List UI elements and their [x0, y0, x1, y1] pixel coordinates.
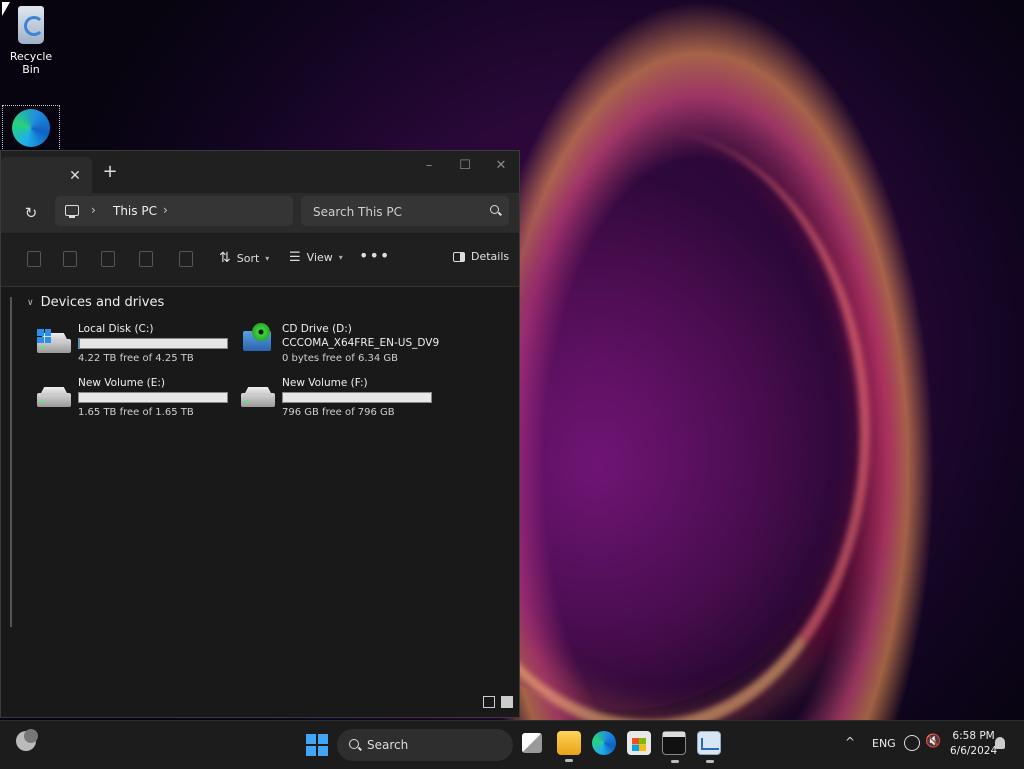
- computer-icon: [65, 205, 79, 218]
- rename-icon[interactable]: [139, 251, 153, 267]
- search-input[interactable]: [311, 202, 485, 222]
- section-header-devices[interactable]: ∨ Devices and drives: [27, 295, 164, 310]
- drive-name: New Volume (E:): [78, 377, 165, 389]
- terminal-icon[interactable]: [662, 731, 686, 763]
- address-bar[interactable]: › This PC ›: [55, 196, 293, 226]
- drive-free-space: 796 GB free of 796 GB: [282, 407, 395, 418]
- edge-icon[interactable]: [592, 731, 616, 755]
- view-button[interactable]: ☰ View ▾: [289, 250, 343, 265]
- hard-drive-icon: [241, 387, 275, 407]
- delete-icon[interactable]: [179, 251, 193, 267]
- drive-item-f[interactable]: New Volume (F:) 796 GB free of 796 GB: [241, 377, 441, 427]
- details-pane-icon: [453, 251, 465, 262]
- search-box[interactable]: [301, 196, 509, 226]
- section-title: Devices and drives: [40, 295, 165, 310]
- notifications-bell-icon[interactable]: [995, 737, 1005, 749]
- close-window-button[interactable]: ✕: [491, 157, 511, 175]
- details-view-icon[interactable]: [483, 696, 495, 708]
- mouse-cursor: [2, 2, 10, 16]
- clock[interactable]: 6:58 PM 6/6/2024: [950, 729, 997, 759]
- drive-name: CD Drive (D:): [282, 323, 352, 335]
- drive-usage-bar: [282, 392, 432, 403]
- drive-free-space: 0 bytes free of 6.34 GB: [282, 353, 399, 364]
- drive-volume-label: CCCOMA_X64FRE_EN-US_DV9: [282, 337, 440, 349]
- network-icon[interactable]: [904, 735, 920, 751]
- taskbar-search-label: Search: [367, 738, 409, 752]
- file-explorer-icon[interactable]: [557, 731, 581, 762]
- drive-name: Local Disk (C:): [78, 323, 154, 335]
- microsoft-store-icon[interactable]: [627, 731, 651, 755]
- minimize-button[interactable]: –: [419, 157, 439, 175]
- large-icons-view-icon[interactable]: [501, 696, 513, 708]
- windows-drive-icon: [37, 329, 71, 353]
- drive-free-space: 4.22 TB free of 4.25 TB: [78, 353, 194, 364]
- chevron-right-icon[interactable]: ›: [163, 203, 168, 217]
- drive-item-e[interactable]: New Volume (E:) 1.65 TB free of 1.65 TB: [37, 377, 237, 427]
- taskbar: Search ^ ENG 🔇 6:58 PM 6/6/2024: [0, 720, 1024, 769]
- clock-time: 6:58 PM: [952, 730, 995, 742]
- search-icon: [490, 205, 499, 214]
- splitter[interactable]: [10, 297, 12, 627]
- clock-date: 6/6/2024: [950, 745, 998, 757]
- desktop-icon-recycle-bin[interactable]: Recycle Bin: [0, 6, 62, 76]
- view-label: View: [306, 251, 333, 264]
- drive-usage-bar: [78, 338, 228, 349]
- breadcrumb-this-pc[interactable]: This PC: [113, 204, 157, 218]
- start-button[interactable]: [306, 734, 328, 756]
- cut-icon[interactable]: [27, 251, 41, 267]
- sort-label: Sort: [236, 251, 260, 265]
- refresh-icon[interactable]: ↻: [21, 203, 41, 223]
- details-label: Details: [471, 250, 510, 263]
- drive-name: New Volume (F:): [282, 377, 368, 389]
- recycle-bin-icon: [18, 6, 44, 44]
- command-bar: ⇅ Sort ▾ ☰ View ▾ ••• Details: [1, 234, 519, 287]
- volume-muted-icon[interactable]: 🔇: [925, 735, 941, 749]
- copy-icon[interactable]: [63, 251, 77, 267]
- drive-item-d[interactable]: CD Drive (D:) CCCOMA_X64FRE_EN-US_DV9 0 …: [241, 323, 481, 373]
- drive-item-c[interactable]: Local Disk (C:) 4.22 TB free of 4.25 TB: [37, 323, 237, 373]
- sort-button[interactable]: ⇅ Sort ▾: [219, 250, 269, 266]
- details-button[interactable]: Details: [453, 250, 509, 263]
- chevron-right-icon[interactable]: ›: [91, 203, 96, 217]
- more-options-button[interactable]: •••: [359, 246, 390, 265]
- drive-usage-bar: [78, 392, 228, 403]
- new-tab-button[interactable]: +: [101, 163, 119, 181]
- title-bar: ✕ + – ☐ ✕: [1, 151, 519, 193]
- sort-icon: ⇅: [219, 250, 231, 266]
- search-icon: [349, 739, 359, 749]
- task-view-icon[interactable]: [522, 733, 542, 753]
- tab-this-pc[interactable]: ✕: [1, 157, 92, 193]
- cd-drive-icon: [243, 323, 273, 351]
- edge-icon: [12, 109, 50, 147]
- language-indicator[interactable]: ENG: [872, 737, 896, 750]
- content-pane: ∨ Devices and drives Local Disk (C:) 4.2…: [1, 287, 519, 717]
- paste-icon[interactable]: [101, 251, 115, 267]
- taskbar-search[interactable]: Search: [337, 729, 513, 761]
- show-hidden-icons-chevron[interactable]: ^: [845, 735, 855, 749]
- widgets-icon[interactable]: [16, 729, 38, 751]
- drive-free-space: 1.65 TB free of 1.65 TB: [78, 407, 194, 418]
- desktop-icon-label: Recycle Bin: [9, 50, 53, 76]
- view-icon: ☰: [289, 250, 301, 265]
- navigation-bar: ↻ › This PC ›: [1, 193, 519, 233]
- file-explorer-window: ✕ + – ☐ ✕ ↻ › This PC › ⇅ Sort ▾ ☰: [0, 150, 520, 718]
- maximize-button[interactable]: ☐: [455, 157, 475, 175]
- chevron-down-icon: ▾: [265, 253, 270, 263]
- hard-drive-icon: [37, 387, 71, 407]
- chevron-down-icon: ▾: [338, 253, 343, 262]
- drive-usage-fill: [79, 339, 81, 348]
- close-tab-icon[interactable]: ✕: [67, 168, 83, 184]
- chevron-down-icon: ∨: [27, 297, 34, 308]
- desktop-icon-edge[interactable]: [2, 105, 60, 151]
- performance-monitor-icon[interactable]: [697, 731, 721, 763]
